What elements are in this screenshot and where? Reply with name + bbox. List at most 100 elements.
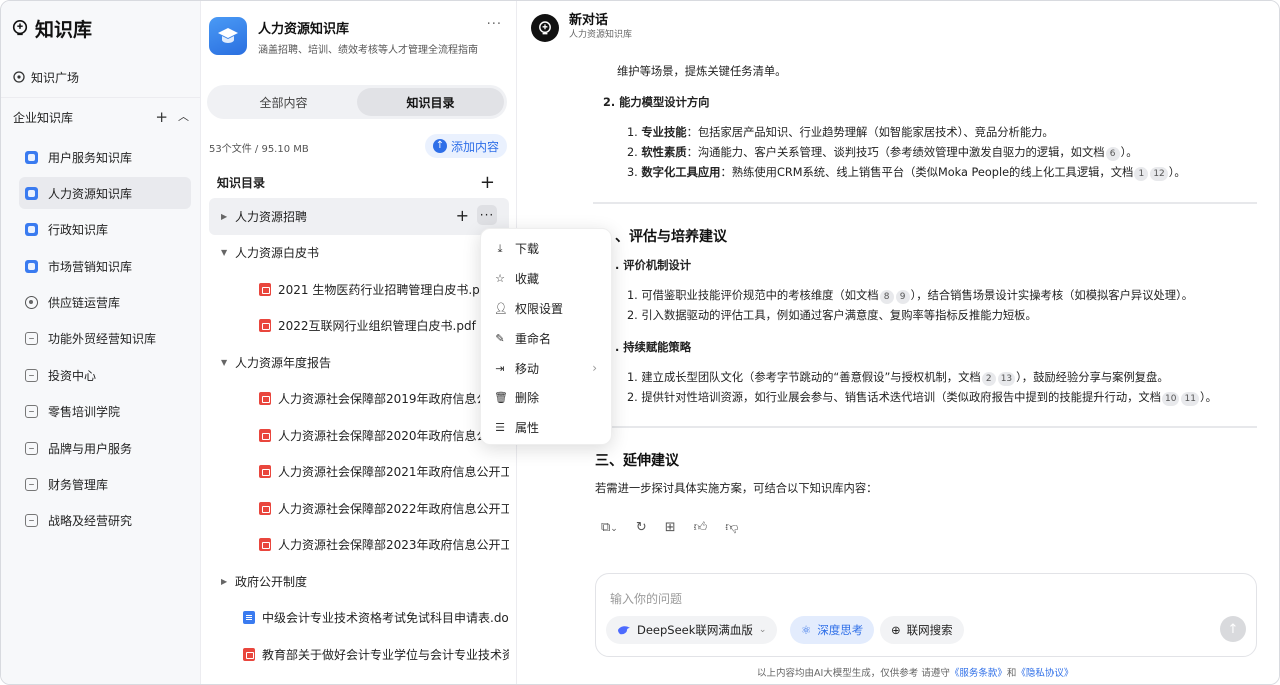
deep-think-toggle[interactable]: ⚛ 深度思考 bbox=[790, 616, 875, 644]
sidebar-item-label: 零售培训学院 bbox=[48, 405, 121, 420]
sidebar-item-investment[interactable]: 投资中心 bbox=[19, 359, 191, 391]
kb-blue-icon bbox=[25, 259, 38, 273]
tree-folder[interactable]: ▶ 政府公开制度 bbox=[209, 563, 509, 600]
tree-file[interactable]: 人力资源社会保障部2023年政府信息公开工作年度报告 bbox=[209, 527, 509, 564]
tree-file[interactable]: 人力资源社会保障部2020年政府信息公开工作年度报告 bbox=[209, 417, 509, 454]
tree-file[interactable]: 人力资源社会保障部2019年政府信息公开工作年度报告 bbox=[209, 381, 509, 418]
sidebar-item-strategy[interactable]: 战略及经营研究 bbox=[19, 505, 191, 537]
answer-text: 维护等场景，提炼关键任务清单。 bbox=[617, 65, 787, 78]
copy-icon[interactable]: ⧉ ⌄ bbox=[601, 520, 618, 535]
caret-down-icon[interactable]: ▼ bbox=[221, 358, 235, 367]
answer-subheading: 2. 能力模型设计方向 bbox=[603, 96, 710, 109]
citation-badge[interactable]: 1 bbox=[1134, 167, 1149, 181]
sidebar-item-finance[interactable]: 财务管理库 bbox=[19, 469, 191, 501]
privacy-link[interactable]: 《隐私协议》 bbox=[1016, 668, 1073, 679]
more-icon[interactable]: ··· bbox=[477, 205, 497, 225]
thumbs-down-icon[interactable]: 👎︎ bbox=[725, 520, 738, 535]
caret-down-icon[interactable]: ▼ bbox=[221, 248, 235, 257]
menu-item-properties[interactable]: ☰ 属性 bbox=[481, 413, 611, 443]
collapse-icon[interactable]: ︿ bbox=[178, 108, 189, 126]
send-button[interactable]: ↑ bbox=[1220, 616, 1246, 642]
caret-right-icon[interactable]: ▶ bbox=[221, 212, 235, 221]
menu-item-download[interactable]: ⤓ 下载 bbox=[481, 234, 611, 264]
citation-badge[interactable]: 11 bbox=[1181, 392, 1199, 406]
tree-file[interactable]: 人力资源社会保障部2021年政府信息公开工作年度报告 bbox=[209, 454, 509, 491]
sidebar-item-marketing[interactable]: 市场营销知识库 bbox=[19, 250, 191, 282]
tree-file[interactable]: 教育部关于做好会计专业学位与会计专业技术资格考试衔接工作的通知 bbox=[209, 636, 509, 673]
tree-label: 2022互联网行业组织管理白皮书.pdf bbox=[278, 319, 476, 334]
citation-badge[interactable]: 13 bbox=[997, 372, 1016, 386]
section-divider bbox=[593, 202, 1257, 204]
sidebar-item-label: 市场营销知识库 bbox=[48, 259, 133, 274]
deep-think-label: 深度思考 bbox=[817, 623, 864, 637]
tree-file[interactable]: 2021 生物医药行业招聘管理白皮书.pdf bbox=[209, 271, 509, 308]
app-logo[interactable]: 知识库 bbox=[11, 15, 92, 41]
item-text: ），结合销售场景设计实操考核（如模拟客户异议处理）。 bbox=[910, 289, 1194, 302]
citation-badge[interactable]: 2 bbox=[981, 372, 996, 386]
add-icon[interactable]: + bbox=[456, 206, 469, 225]
question-input[interactable]: 输入你的问题 bbox=[610, 590, 682, 607]
citation-badge[interactable]: 9 bbox=[895, 290, 910, 304]
sidebar-item-hr[interactable]: 人力资源知识库 bbox=[19, 177, 191, 210]
tab-directory[interactable]: 知识目录 bbox=[357, 88, 504, 116]
menu-item-favorite[interactable]: ☆ 收藏 bbox=[481, 264, 611, 294]
content-tabs: 全部内容 知识目录 bbox=[207, 85, 507, 119]
sidebar-item-brand[interactable]: 品牌与用户服务 bbox=[19, 432, 191, 464]
citation-badge[interactable]: 12 bbox=[1150, 167, 1168, 181]
kb-outline-icon bbox=[25, 296, 38, 310]
menu-label: 删除 bbox=[515, 391, 540, 406]
app-window: 知识库 知识广场 企业知识库 + ︿ 用户服务知识库 人力资源知识库 行政知识库 … bbox=[0, 0, 1280, 685]
disclaimer-text: 和 bbox=[1006, 668, 1017, 679]
tree-file[interactable]: 中级会计专业技术资格考试免试科目申请表.docx bbox=[209, 600, 509, 637]
sidebar-item-label: 用户服务知识库 bbox=[48, 150, 133, 165]
bot-avatar bbox=[531, 13, 559, 42]
model-select[interactable]: DeepSeek联网满血版 ⌄ bbox=[606, 616, 778, 644]
web-search-toggle[interactable]: ⊕ 联网搜索 bbox=[880, 616, 964, 644]
refresh-icon[interactable]: ↻ bbox=[636, 520, 647, 535]
item-text: 1. 建立成长型团队文化（参考字节跳动的“善意假设”与授权机制，文档 bbox=[627, 371, 981, 384]
sidebar-item-plaza[interactable]: 知识广场 bbox=[13, 67, 79, 87]
sidebar-item-foreign-trade[interactable]: 功能外贸经营知识库 bbox=[19, 323, 191, 355]
menu-item-rename[interactable]: ✎ 重命名 bbox=[481, 323, 611, 353]
user-permission-icon: 👤︎ bbox=[494, 301, 508, 315]
sidebar-item-label: 财务管理库 bbox=[48, 478, 109, 493]
citation-badge[interactable]: 10 bbox=[1162, 392, 1180, 406]
thumbs-up-icon[interactable]: 👍︎ bbox=[694, 520, 708, 535]
add-to-kb-icon[interactable]: ⊞ bbox=[665, 520, 676, 535]
tab-all-content[interactable]: 全部内容 bbox=[210, 88, 357, 116]
disclaimer-text: 以上内容均由AI大模型生成，仅供参考 请遵守 bbox=[757, 668, 950, 679]
chevron-down-icon: ⌄ bbox=[758, 625, 767, 635]
sidebar-item-admin[interactable]: 行政知识库 bbox=[19, 214, 191, 246]
chat-header: 新对话 人力资源知识库 bbox=[531, 13, 632, 42]
answer-list-item: 1. 可借鉴职业技能评价规范中的考核维度（如文档 8 9 ），结合销售场景设计实操考核… bbox=[627, 288, 1193, 304]
citation-badge[interactable]: 6 bbox=[1105, 147, 1120, 161]
add-content-label: 添加内容 bbox=[450, 139, 499, 154]
tree-folder[interactable]: ▼ 人力资源白皮书 bbox=[209, 235, 509, 272]
tree-file[interactable]: 人力资源社会保障部2022年政府信息公开工作年度报告 bbox=[209, 490, 509, 527]
directory-header: 知识目录 + bbox=[217, 172, 495, 193]
disclaimer: 以上内容均由AI大模型生成，仅供参考 请遵守《服务条款》和《隐私协议》 bbox=[757, 665, 1073, 679]
sidebar-item-supply-chain[interactable]: 供应链运营库 bbox=[19, 287, 191, 319]
add-kb-icon[interactable]: + bbox=[155, 108, 168, 126]
sidebar-item-label: 行政知识库 bbox=[48, 223, 109, 238]
add-content-button[interactable]: ↑ 添加内容 bbox=[425, 134, 507, 158]
web-search-label: 联网搜索 bbox=[906, 623, 953, 637]
add-folder-icon[interactable]: + bbox=[480, 172, 495, 193]
caret-right-icon[interactable]: ▶ bbox=[221, 577, 235, 586]
tree-folder[interactable]: ▼ 人力资源年度报告 bbox=[209, 344, 509, 381]
bulb-logo-icon bbox=[12, 19, 28, 36]
terms-link[interactable]: 《服务条款》 bbox=[950, 668, 1007, 679]
sidebar-item-retail-training[interactable]: 零售培训学院 bbox=[19, 396, 191, 428]
sidebar-item-user-service[interactable]: 用户服务知识库 bbox=[19, 141, 191, 173]
menu-item-delete[interactable]: 🗑︎ 删除 bbox=[481, 383, 611, 413]
pdf-icon bbox=[243, 647, 255, 661]
menu-item-permissions[interactable]: 👤︎ 权限设置 bbox=[481, 294, 611, 324]
tree-file[interactable]: 2022互联网行业组织管理白皮书.pdf bbox=[209, 308, 509, 345]
citation-badge[interactable]: 8 bbox=[879, 290, 894, 304]
tree-folder[interactable]: ▶ 人力资源招聘 + ··· bbox=[209, 198, 509, 235]
answer-list-item: 3. 数字化工具应用：熟练使用CRM系统、线上销售平台（类似Moka Peopl… bbox=[627, 166, 1186, 181]
sidebar-item-label: 战略及经营研究 bbox=[48, 514, 133, 529]
kb-title: 人力资源知识库 bbox=[258, 22, 350, 37]
more-icon[interactable]: ··· bbox=[487, 17, 502, 32]
menu-item-move[interactable]: ⇥ 移动 › bbox=[481, 353, 611, 383]
